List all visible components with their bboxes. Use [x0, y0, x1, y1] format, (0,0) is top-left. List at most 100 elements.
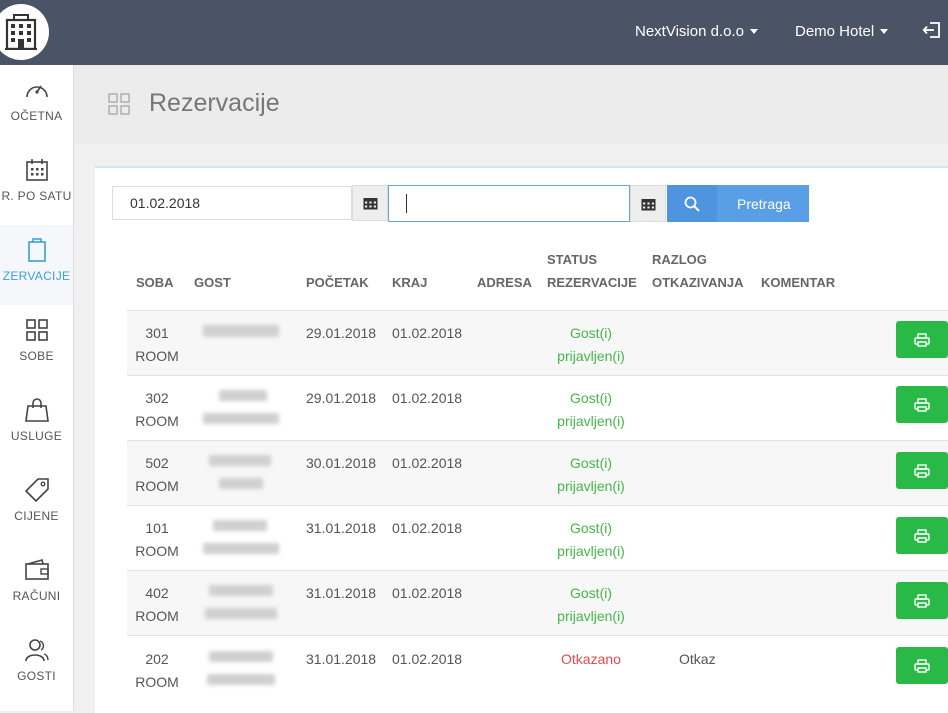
- date-to-field[interactable]: [388, 185, 630, 222]
- table-row[interactable]: 101 ROOM 31.01.2018 01.02.2018 Gost(i) pri…: [127, 505, 948, 570]
- sidebar-item-usluge[interactable]: USLUGE: [0, 385, 73, 465]
- printer-icon: [914, 397, 930, 412]
- end-date: 01.02.2018: [392, 325, 463, 341]
- sidebar-item-rezervacije[interactable]: ZERVACIJE: [0, 225, 73, 305]
- guest-name-redacted: [209, 455, 271, 466]
- table-row[interactable]: 302 ROOM 29.01.2018 01.02.2018 Gost(i) pri…: [127, 375, 948, 440]
- sidebar: OČETNA R. PO SATU ZERVACIJE SOBE USLUGE …: [0, 65, 74, 711]
- hotel-dropdown[interactable]: Demo Hotel: [795, 23, 889, 40]
- print-button[interactable]: [896, 582, 948, 619]
- end-date: 01.02.2018: [392, 585, 463, 601]
- print-button[interactable]: [896, 321, 948, 358]
- search-button[interactable]: Pretraga: [667, 185, 809, 222]
- printer-icon: [914, 593, 930, 608]
- clipboard-icon: [27, 238, 46, 262]
- status-line2: prijavljen(i): [557, 348, 625, 364]
- grid-icon: [108, 93, 130, 120]
- hotel-logo[interactable]: [0, 4, 49, 60]
- column-header-gost[interactable]: GOST: [194, 271, 231, 294]
- sidebar-item-cijene[interactable]: CIJENE: [0, 465, 73, 545]
- room-cell: 301 ROOM: [135, 322, 179, 368]
- room-type: ROOM: [135, 413, 179, 429]
- sidebar-item-pocetna[interactable]: OČETNA: [0, 65, 73, 145]
- sidebar-item-label: ZERVACIJE: [2, 269, 71, 283]
- guest-name-redacted: [205, 608, 277, 619]
- sidebar-item-gosti[interactable]: GOSTI: [0, 625, 73, 705]
- page-title: Rezervacije: [149, 89, 280, 117]
- sidebar-item-label: CIJENE: [14, 509, 59, 523]
- date-from-field[interactable]: 01.02.2018: [112, 186, 352, 220]
- start-date: 30.01.2018: [306, 455, 377, 471]
- guest-name-redacted: [203, 325, 279, 337]
- guest-name-redacted: [213, 520, 267, 531]
- calendar-icon: [363, 198, 377, 210]
- status-badge: Gost(i) prijavljen(i): [541, 322, 641, 368]
- sidebar-item-racuni[interactable]: RAČUNI: [0, 545, 73, 625]
- room-cell: 202 ROOM: [135, 648, 179, 694]
- shopping-bag-icon: [24, 398, 49, 422]
- start-date: 29.01.2018: [306, 390, 377, 406]
- room-number: 302: [145, 390, 169, 406]
- room-number: 101: [145, 520, 169, 536]
- grid-icon: [25, 319, 48, 341]
- sidebar-item-sobe[interactable]: SOBE: [0, 305, 73, 385]
- users-icon: [24, 639, 49, 662]
- table-row[interactable]: 202 ROOM 31.01.2018 01.02.2018 Otkazano O…: [127, 635, 948, 700]
- status-line1: Gost(i): [570, 455, 612, 471]
- sidebar-item-label: SOBE: [19, 349, 54, 363]
- room-number: 301: [145, 325, 169, 341]
- column-header-status[interactable]: STATUS REZERVACIJE: [547, 248, 637, 294]
- company-dropdown[interactable]: NextVision d.o.o: [635, 23, 758, 40]
- status-line2: prijavljen(i): [557, 478, 625, 494]
- status-line1: Gost(i): [570, 585, 612, 601]
- end-date: 01.02.2018: [392, 651, 463, 667]
- hotel-building-icon: [5, 14, 37, 50]
- column-header-status-line2: REZERVACIJE: [547, 275, 637, 290]
- top-navbar: NextVision d.o.o Demo Hotel: [0, 0, 948, 65]
- sidebar-item-label: GOSTI: [17, 669, 56, 683]
- status-line2: prijavljen(i): [557, 543, 625, 559]
- room-type: ROOM: [135, 543, 179, 559]
- table-row[interactable]: 301 ROOM 29.01.2018 01.02.2018 Gost(i) pri…: [127, 310, 948, 375]
- table-row[interactable]: 402 ROOM 31.01.2018 01.02.2018 Gost(i) pri…: [127, 570, 948, 635]
- status-badge: Gost(i) prijavljen(i): [541, 387, 641, 433]
- status-line1: Gost(i): [570, 390, 612, 406]
- logout-button[interactable]: [922, 20, 942, 45]
- guest-name-redacted: [219, 478, 263, 489]
- status-line1: Otkazano: [561, 651, 621, 667]
- column-header-pocetak[interactable]: POČETAK: [306, 271, 369, 294]
- start-date: 31.01.2018: [306, 585, 377, 601]
- date-to-calendar-button[interactable]: [630, 185, 666, 222]
- guest-name-redacted: [209, 585, 273, 596]
- sidebar-item-label: USLUGE: [10, 429, 63, 443]
- column-header-komentar[interactable]: KOMENTAR: [761, 271, 835, 294]
- guest-name-redacted: [203, 413, 279, 424]
- sidebar-item-rez-po-satu[interactable]: R. PO SATU: [0, 145, 73, 225]
- print-button[interactable]: [896, 452, 948, 489]
- dashboard-icon: [25, 85, 48, 98]
- print-button[interactable]: [896, 386, 948, 423]
- print-button[interactable]: [896, 647, 948, 684]
- column-header-kraj[interactable]: KRAJ: [392, 271, 427, 294]
- room-type: ROOM: [135, 674, 179, 690]
- table-row[interactable]: 502 ROOM 30.01.2018 01.02.2018 Gost(i) pri…: [127, 440, 948, 505]
- status-line1: Gost(i): [570, 520, 612, 536]
- room-cell: 302 ROOM: [135, 387, 179, 433]
- guest-name-redacted: [207, 674, 275, 685]
- date-from-calendar-button[interactable]: [352, 185, 388, 221]
- room-number: 502: [145, 455, 169, 471]
- company-name: NextVision d.o.o: [635, 23, 744, 40]
- printer-icon: [914, 528, 930, 543]
- cancellation-reason: Otkaz: [679, 651, 716, 667]
- column-header-razlog[interactable]: RAZLOG OTKAZIVANJA: [652, 248, 743, 294]
- start-date: 29.01.2018: [306, 325, 377, 341]
- room-cell: 101 ROOM: [135, 517, 179, 563]
- chevron-down-icon: [749, 29, 758, 34]
- column-header-adresa[interactable]: ADRESA: [477, 271, 532, 294]
- print-button[interactable]: [896, 517, 948, 554]
- guest-name-redacted: [209, 651, 273, 662]
- status-badge: Gost(i) prijavljen(i): [541, 452, 641, 498]
- column-header-soba[interactable]: SOBA: [136, 271, 174, 294]
- hotel-name: Demo Hotel: [795, 23, 875, 40]
- printer-icon: [914, 332, 930, 347]
